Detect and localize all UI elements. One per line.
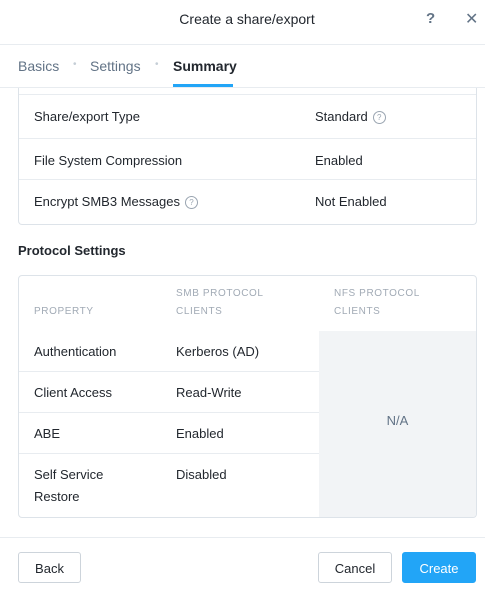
summary-value: Not Enabled	[315, 194, 387, 209]
summary-value: Enabled	[315, 153, 363, 168]
close-icon[interactable]: ✕	[465, 9, 478, 29]
back-button[interactable]: Back	[18, 552, 81, 583]
question-circle-icon[interactable]: ?	[372, 111, 386, 124]
summary-value-text: Standard	[315, 109, 368, 124]
column-header-property: PROPERTY	[34, 306, 94, 317]
summary-value: Standard?	[315, 109, 386, 124]
smb-cell: Kerberos (AD)	[176, 344, 260, 359]
section-title: Protocol Settings	[18, 243, 126, 258]
help-icon[interactable]: ?	[426, 10, 435, 27]
property-cell: Self Service Restore	[34, 464, 103, 508]
divider	[19, 412, 319, 413]
property-cell-line: Self Service	[34, 467, 104, 482]
column-header-nfs-line: NFS PROTOCOL	[334, 288, 420, 299]
summary-row: File System Compression Enabled	[34, 153, 460, 193]
summary-key: Share/export Type	[34, 109, 140, 124]
smb-cell: Enabled	[176, 426, 224, 441]
smb-cell: Disabled	[176, 467, 227, 482]
column-header-smb-line: SMB PROTOCOL	[176, 288, 264, 299]
smb-cell: Read-Write	[176, 385, 242, 400]
divider	[19, 371, 319, 372]
cancel-button[interactable]: Cancel	[318, 552, 392, 583]
dialog-header: Create a share/export ? ✕	[0, 0, 485, 45]
wizard-tabs: Basics • Settings • Summary	[0, 45, 485, 88]
tab-separator: •	[155, 59, 159, 70]
summary-row: Share/export Type Standard?	[34, 109, 460, 149]
summary-row: Encrypt SMB3 Messages? Not Enabled	[34, 194, 460, 234]
create-button[interactable]: Create	[402, 552, 476, 583]
tab-summary[interactable]: Summary	[173, 58, 237, 74]
summary-key: Encrypt SMB3 Messages?	[34, 194, 198, 209]
tab-basics[interactable]: Basics	[18, 58, 59, 74]
question-circle-icon[interactable]: ?	[184, 196, 198, 209]
dialog-title: Create a share/export	[179, 11, 315, 27]
divider	[19, 453, 319, 454]
active-tab-indicator	[173, 84, 233, 87]
property-cell: Authentication	[34, 344, 117, 359]
column-header-smb-line: CLIENTS	[176, 306, 223, 317]
property-cell: Client Access	[34, 385, 113, 400]
divider	[19, 138, 476, 139]
footer-divider	[0, 537, 485, 538]
tab-separator: •	[73, 59, 77, 70]
tab-settings[interactable]: Settings	[90, 58, 141, 74]
property-cell-line: Restore	[34, 489, 80, 504]
summary-key-text: Encrypt SMB3 Messages	[34, 194, 180, 209]
column-header-nfs: NFS PROTOCOL CLIENTS	[334, 285, 420, 321]
protocol-settings-table: PROPERTY SMB PROTOCOL CLIENTS NFS PROTOC…	[18, 275, 477, 518]
column-header-smb: SMB PROTOCOL CLIENTS	[176, 285, 264, 321]
summary-panel: Share/export Type Standard? File System …	[18, 88, 477, 225]
divider	[19, 94, 476, 95]
property-cell: ABE	[34, 426, 61, 441]
divider	[19, 179, 476, 180]
column-header-nfs-line: CLIENTS	[334, 306, 381, 317]
nfs-value: N/A	[386, 413, 409, 428]
summary-key: File System Compression	[34, 153, 183, 168]
